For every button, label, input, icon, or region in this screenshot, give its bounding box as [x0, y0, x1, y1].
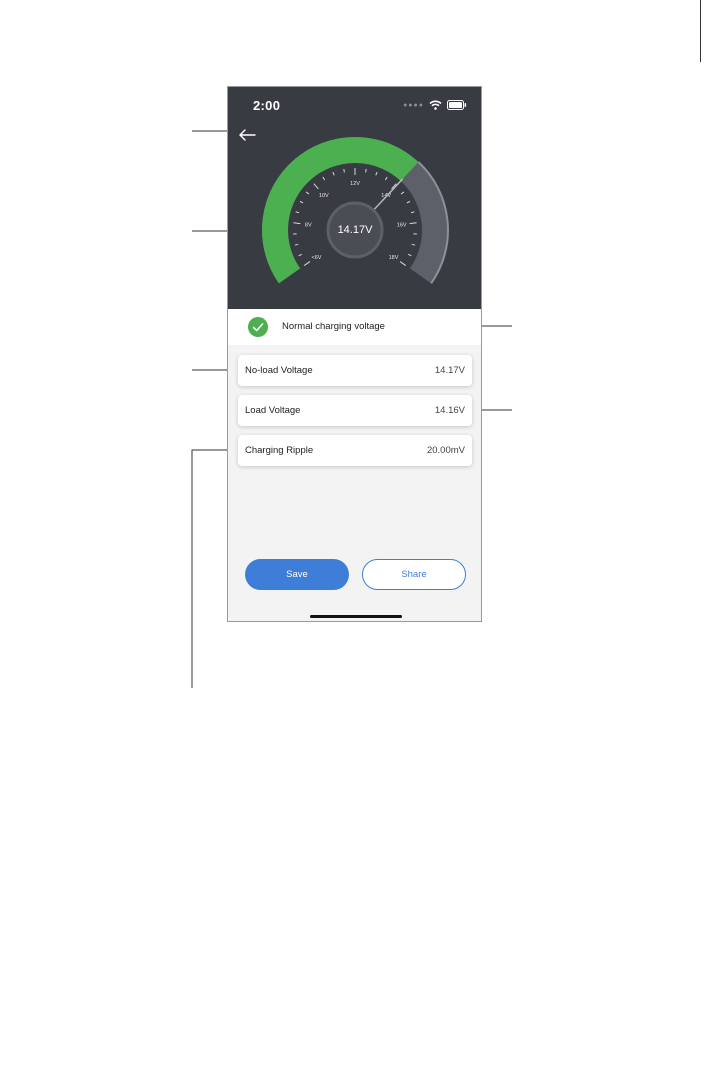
gauge-minor-tick: [365, 168, 367, 173]
gauge-minor-tick: [295, 211, 300, 214]
gauge-major-tick: [303, 261, 311, 266]
voltage-gauge: <6V 8V 10V 12V 14V 16V 18V: [262, 136, 449, 284]
measurement-card-load: Load Voltage 14.16V: [238, 395, 472, 426]
gauge-tick-label: 12V: [350, 181, 360, 187]
gauge-minor-tick: [407, 253, 412, 257]
gauge-minor-tick: [332, 171, 335, 176]
gauge-tick-label: 18V: [389, 255, 399, 261]
gauge-tick-label: 10V: [319, 193, 329, 199]
measurement-value: 14.17V: [434, 365, 465, 376]
gauge-minor-tick: [294, 243, 299, 246]
gauge-tick-label: 8V: [305, 223, 312, 229]
gauge-tick-label: 16V: [397, 223, 407, 229]
gauge-major-tick: [399, 261, 407, 266]
gauge-minor-tick: [375, 171, 378, 176]
gauge-tick-label: <6V: [312, 255, 322, 261]
measurement-label: Load Voltage: [245, 405, 301, 416]
gauge-readout: 14.17V: [337, 224, 373, 236]
gauge-minor-tick: [410, 211, 415, 214]
phone-screen: 2:00 ●●●● <6V 8V 10V 12V 16V 18V 14.17V …: [227, 86, 482, 622]
measurement-label: Charging Ripple: [245, 445, 314, 456]
gauge-minor-tick: [298, 253, 303, 257]
home-indicator: [310, 615, 402, 618]
measurement-card-noload: No-load Voltage 14.17V: [238, 355, 472, 386]
status-message: Normal charging voltage: [282, 321, 385, 332]
gauge-major-tick: [409, 222, 417, 225]
gauge-major-tick: [293, 222, 301, 225]
gauge-minor-tick: [411, 243, 416, 246]
save-button[interactable]: Save: [245, 559, 349, 590]
share-button[interactable]: Share: [362, 559, 466, 590]
gauge-minor-tick: [400, 191, 405, 195]
measurement-value: 20.00mV: [426, 445, 465, 456]
gauge-major-tick: [313, 183, 319, 190]
measurement-value: 14.16V: [434, 405, 465, 416]
gauge-minor-tick: [322, 176, 326, 181]
gauge-minor-tick: [343, 168, 345, 173]
measurement-label: No-load Voltage: [245, 365, 313, 376]
measurement-card-ripple: Charging Ripple 20.00mV: [238, 435, 472, 466]
gauge-minor-tick: [406, 200, 411, 204]
gauge-minor-tick: [305, 191, 310, 195]
charging-status: Normal charging voltage: [228, 309, 481, 345]
gauge-needle: [373, 178, 404, 211]
check-icon: [248, 317, 268, 337]
gauge-minor-tick: [384, 176, 388, 181]
gauge-panel: 2:00 ●●●● <6V 8V 10V 12V 16V 18V 14.17V: [228, 87, 481, 309]
gauge-minor-tick: [299, 200, 304, 204]
